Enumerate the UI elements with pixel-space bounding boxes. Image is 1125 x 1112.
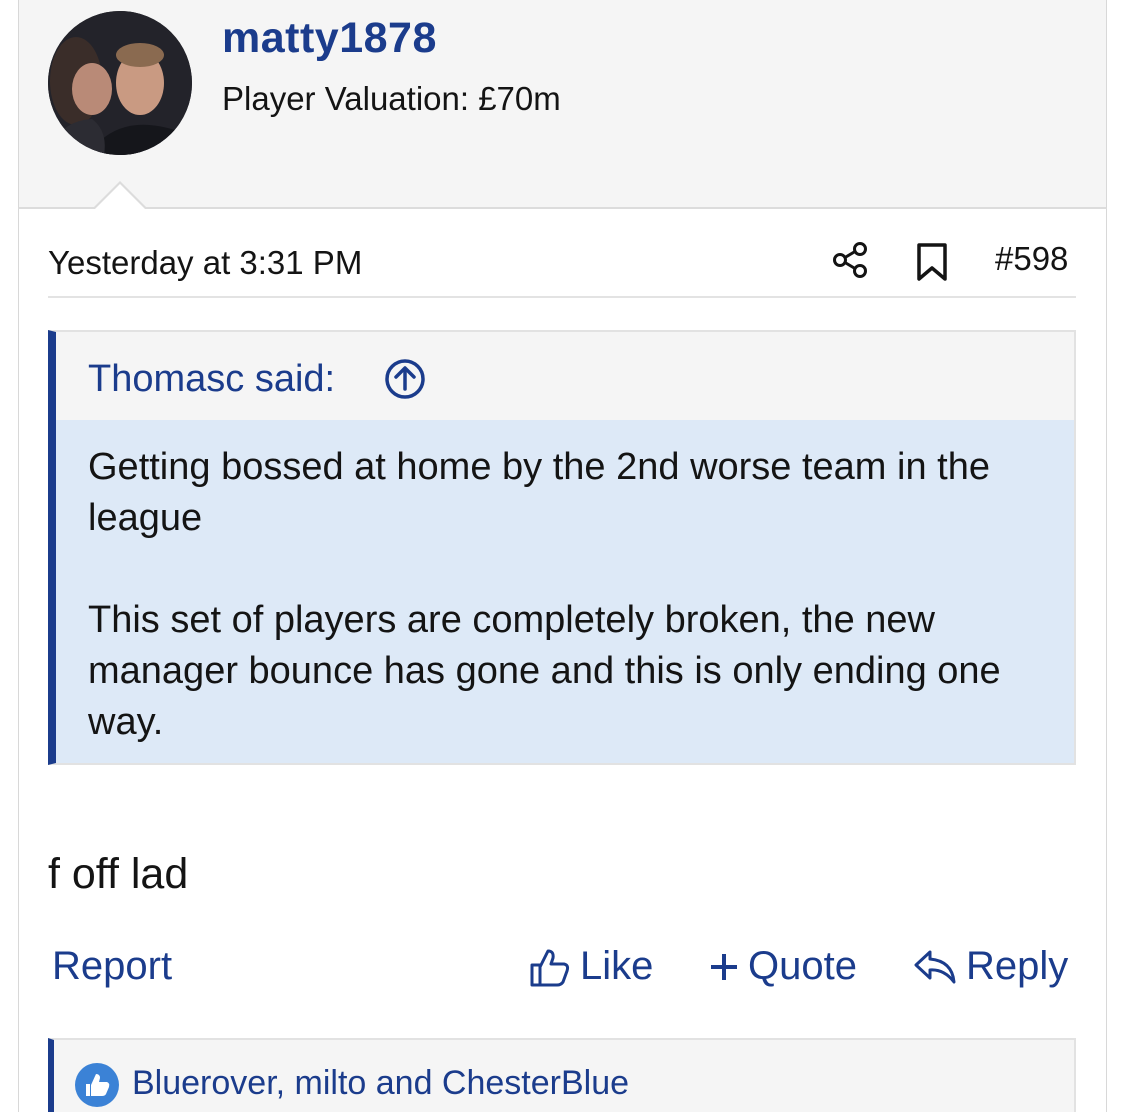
avatar[interactable] [48, 11, 192, 155]
header-pointer-fill [94, 184, 146, 210]
quote-button[interactable]: Quote [708, 944, 857, 989]
report-label: Report [52, 944, 173, 988]
reply-icon [914, 950, 956, 983]
avatar-photo [48, 11, 192, 155]
quote-header: Thomasc said: [56, 332, 1074, 420]
username[interactable]: matty1878 [222, 14, 437, 63]
reactions-bar[interactable]: Bluerover, milto and ChesterBlue [48, 1038, 1076, 1112]
bookmark-icon[interactable] [914, 242, 950, 282]
quote-author[interactable]: Thomasc said: [88, 358, 335, 401]
post-number[interactable]: #598 [995, 240, 1068, 278]
like-reaction-icon [75, 1063, 119, 1107]
quote-paragraph: Getting bossed at home by the 2nd worse … [88, 446, 990, 539]
quote-paragraph: This set of players are completely broke… [88, 599, 1001, 743]
reaction-users[interactable]: Bluerover, milto and ChesterBlue [132, 1064, 629, 1103]
reply-label: Reply [966, 944, 1069, 988]
thumbs-up-icon [530, 949, 570, 986]
like-button[interactable]: Like [528, 944, 653, 989]
report-button[interactable]: Report [52, 944, 172, 989]
like-label: Like [580, 944, 654, 988]
share-icon[interactable] [830, 240, 870, 280]
arrow-up-circle-icon[interactable] [384, 358, 426, 400]
user-valuation: Player Valuation: £70m [222, 80, 561, 117]
post-message: f off lad [48, 850, 189, 898]
divider [48, 296, 1076, 298]
quote-block: Thomasc said: Getting bossed at home by … [48, 330, 1076, 765]
quote-body: Getting bossed at home by the 2nd worse … [88, 442, 1058, 748]
plus-icon [711, 953, 737, 980]
post-timestamp[interactable]: Yesterday at 3:31 PM [48, 244, 362, 282]
quote-label: Quote [748, 944, 857, 988]
reply-button[interactable]: Reply [912, 944, 1068, 989]
